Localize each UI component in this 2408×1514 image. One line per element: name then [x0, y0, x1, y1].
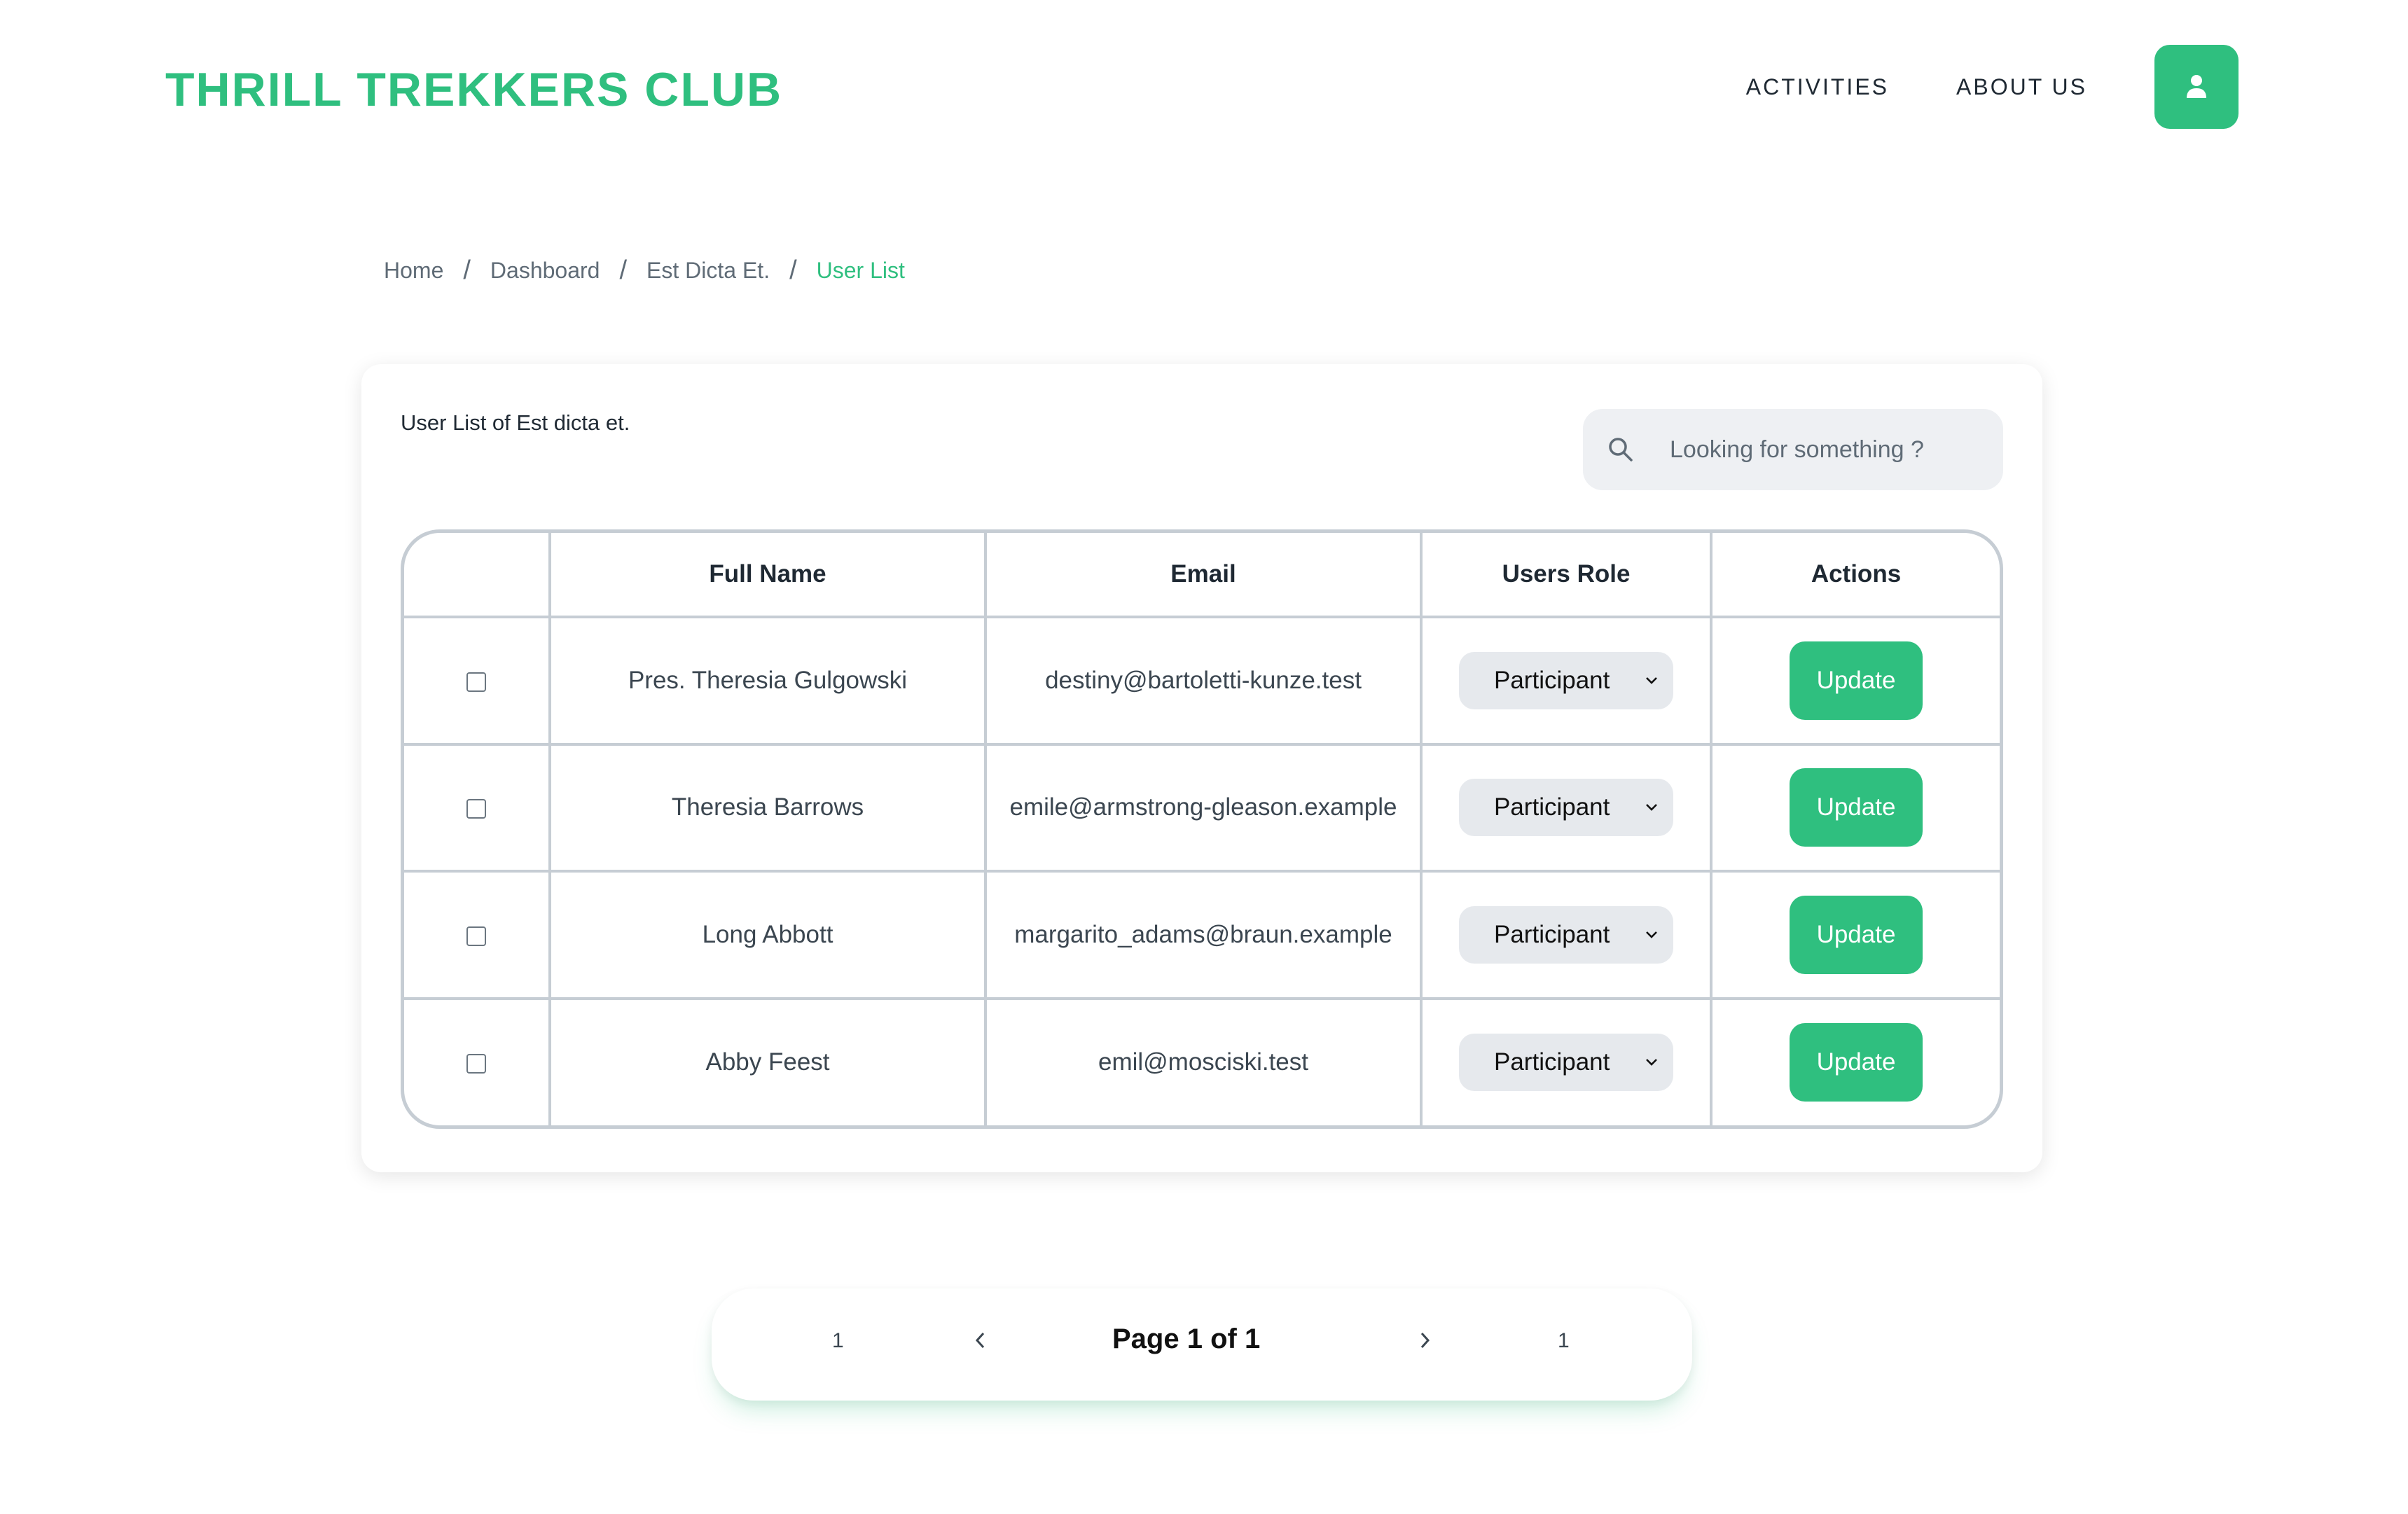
- chevron-down-icon: [1646, 676, 1657, 684]
- email-cell: emile@armstrong-gleason.example: [985, 744, 1423, 873]
- chevron-left-icon: [975, 1332, 985, 1349]
- next-page-button[interactable]: [1418, 1328, 1433, 1356]
- prev-page-button[interactable]: [972, 1328, 988, 1356]
- last-page-link[interactable]: 1: [1558, 1329, 1570, 1353]
- row-checkbox[interactable]: [466, 799, 486, 819]
- row-checkbox[interactable]: [466, 1054, 486, 1074]
- actions-cell: Update: [1711, 617, 2000, 746]
- table-header-row: Full Name Email Users Role Actions: [404, 533, 2000, 618]
- chevron-down-icon: [1646, 931, 1657, 938]
- table-row: Abby Feest emil@mosciski.test Participan…: [404, 998, 2000, 1126]
- role-cell: Participant: [1421, 744, 1712, 873]
- breadcrumb-separator: /: [619, 255, 628, 285]
- update-button[interactable]: Update: [1790, 1023, 1923, 1102]
- header-email: Email: [985, 533, 1423, 618]
- role-select-value: Participant: [1494, 793, 1610, 821]
- header-full-name: Full Name: [550, 533, 987, 618]
- role-select[interactable]: Participant: [1459, 651, 1673, 709]
- header-actions: Actions: [1711, 533, 2000, 618]
- breadcrumb: Home / Dashboard / Est Dicta Et. / User …: [384, 254, 905, 287]
- actions-cell: Update: [1711, 871, 2000, 1000]
- chevron-down-icon: [1646, 804, 1657, 812]
- page-indicator: Page 1 of 1: [1112, 1324, 1261, 1354]
- header-users-role: Users Role: [1421, 533, 1712, 618]
- email-cell: destiny@bartoletti-kunze.test: [985, 617, 1423, 746]
- first-page-link[interactable]: 1: [832, 1329, 844, 1353]
- brand-logo[interactable]: THRILL TREKKERS CLUB: [165, 62, 782, 118]
- row-select-cell: [404, 998, 551, 1125]
- full-name-cell: Abby Feest: [550, 998, 987, 1125]
- row-select-cell: [404, 617, 551, 746]
- row-select-cell: [404, 744, 551, 873]
- role-select-value: Participant: [1494, 920, 1610, 948]
- breadcrumb-dashboard[interactable]: Dashboard: [490, 258, 600, 284]
- update-button[interactable]: Update: [1790, 895, 1923, 974]
- full-name-cell: Pres. Theresia Gulgowski: [550, 617, 987, 746]
- chevron-right-icon: [1420, 1332, 1430, 1349]
- breadcrumb-separator: /: [789, 255, 797, 285]
- row-checkbox[interactable]: [466, 672, 486, 692]
- breadcrumb-current: User List: [816, 257, 905, 283]
- breadcrumb-home[interactable]: Home: [384, 258, 443, 284]
- actions-cell: Update: [1711, 999, 2000, 1126]
- email-cell: emil@mosciski.test: [985, 998, 1423, 1125]
- email-cell: margarito_adams@braun.example: [985, 871, 1423, 1000]
- update-button[interactable]: Update: [1790, 768, 1923, 847]
- header-select: [404, 533, 551, 618]
- update-button[interactable]: Update: [1790, 641, 1923, 720]
- search-box[interactable]: [1583, 409, 2003, 490]
- top-nav: ACTIVITIES ABOUT US: [1746, 45, 2239, 129]
- full-name-cell: Long Abbott: [550, 871, 987, 1000]
- breadcrumb-separator: /: [463, 255, 471, 285]
- row-select-cell: [404, 871, 551, 1000]
- chevron-down-icon: [1646, 1059, 1657, 1067]
- table-row: Long Abbott margarito_adams@braun.exampl…: [404, 871, 2000, 1000]
- user-table: Full Name Email Users Role Actions Pres.…: [401, 529, 2003, 1129]
- role-cell: Participant: [1421, 617, 1712, 746]
- table-row: Pres. Theresia Gulgowski destiny@bartole…: [404, 617, 2000, 746]
- full-name-cell: Theresia Barrows: [550, 744, 987, 873]
- user-list-card: User List of Est dicta et. Full Name Ema…: [361, 364, 2042, 1172]
- actions-cell: Update: [1711, 744, 2000, 873]
- table-row: Theresia Barrows emile@armstrong-gleason…: [404, 744, 2000, 873]
- row-checkbox[interactable]: [466, 926, 486, 946]
- role-select[interactable]: Participant: [1459, 779, 1673, 837]
- pagination: 1 Page 1 of 1 1: [712, 1289, 1692, 1401]
- nav-activities[interactable]: ACTIVITIES: [1746, 74, 1889, 100]
- role-cell: Participant: [1421, 871, 1712, 1000]
- page: THRILL TREKKERS CLUB ACTIVITIES ABOUT US…: [0, 0, 2408, 1514]
- user-profile-button[interactable]: [2154, 45, 2239, 129]
- role-select-value: Participant: [1494, 666, 1610, 694]
- breadcrumb-activity[interactable]: Est Dicta Et.: [646, 258, 770, 284]
- role-cell: Participant: [1421, 998, 1712, 1125]
- search-input[interactable]: [1670, 436, 1978, 464]
- card-title: User List of Est dicta et.: [401, 410, 630, 435]
- nav-about-us[interactable]: ABOUT US: [1956, 74, 2087, 100]
- user-icon: [2187, 75, 2206, 98]
- role-select[interactable]: Participant: [1459, 1034, 1673, 1092]
- role-select-value: Participant: [1494, 1048, 1610, 1076]
- search-icon: [1609, 438, 1633, 461]
- role-select[interactable]: Participant: [1459, 905, 1673, 964]
